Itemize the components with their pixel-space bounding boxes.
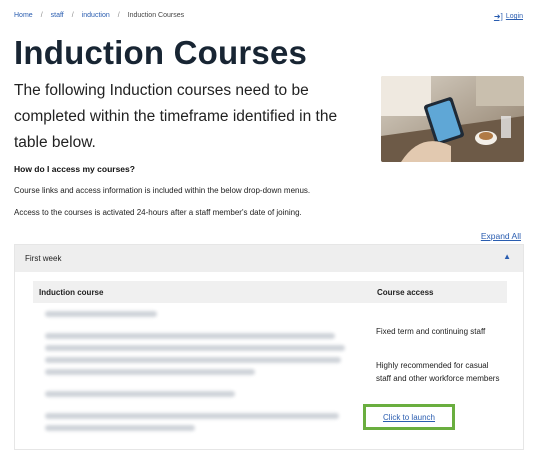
faq-heading: How do I access my courses?: [14, 164, 135, 174]
blurred-course-text: [45, 369, 255, 375]
column-header-access: Course access: [377, 287, 434, 297]
chevron-up-icon[interactable]: ▲: [503, 252, 511, 261]
blurred-course-text: [45, 357, 341, 363]
hero-photo: [381, 76, 524, 162]
blurred-course-text: [45, 425, 195, 431]
blurred-course-text: [45, 413, 339, 419]
intro-text: The following Induction courses need to …: [14, 82, 338, 151]
faq-text-links: Course links and access information is i…: [14, 186, 311, 195]
breadcrumb-staff[interactable]: staff: [51, 12, 64, 19]
breadcrumb-current: Induction Courses: [127, 12, 185, 19]
blurred-course-text: [45, 311, 157, 317]
induction-table: Induction course Course access Fixed ter…: [33, 281, 507, 431]
breadcrumb: Home / staff / induction / Induction Cou…: [14, 12, 184, 19]
table-header-row: Induction course Course access: [33, 281, 507, 303]
access-fixed-term: Fixed term and continuing staff: [376, 327, 486, 336]
blurred-course-text: [45, 391, 235, 397]
faq-text-activation: Access to the courses is activated 24-ho…: [14, 208, 302, 217]
accordion-header[interactable]: First week ▲: [15, 245, 523, 272]
blurred-course-text: [45, 333, 335, 339]
accordion-title: First week: [25, 254, 62, 263]
breadcrumb-induction[interactable]: induction: [82, 12, 110, 19]
click-to-launch-link[interactable]: Click to launch: [383, 413, 435, 422]
launch-highlight: Click to launch: [363, 404, 455, 430]
top-bar: Home / staff / induction / Induction Cou…: [14, 12, 523, 26]
accordion-first-week: First week ▲ Induction course Course acc…: [14, 244, 524, 450]
breadcrumb-separator: /: [117, 12, 120, 19]
login-arrow-icon: ➜]: [493, 12, 503, 21]
blurred-course-text: [45, 345, 345, 351]
page-title: Induction Courses: [14, 34, 308, 71]
breadcrumb-separator: /: [71, 12, 74, 19]
breadcrumb-home[interactable]: Home: [14, 12, 33, 19]
column-header-course: Induction course: [39, 287, 104, 297]
breadcrumb-separator: /: [40, 12, 43, 19]
access-casual-staff: Highly recommended for casual staff and …: [376, 361, 500, 383]
login-link[interactable]: ➜] Login: [494, 12, 523, 21]
login-label: Login: [505, 13, 523, 20]
expand-all-link[interactable]: Expand All: [481, 231, 521, 241]
